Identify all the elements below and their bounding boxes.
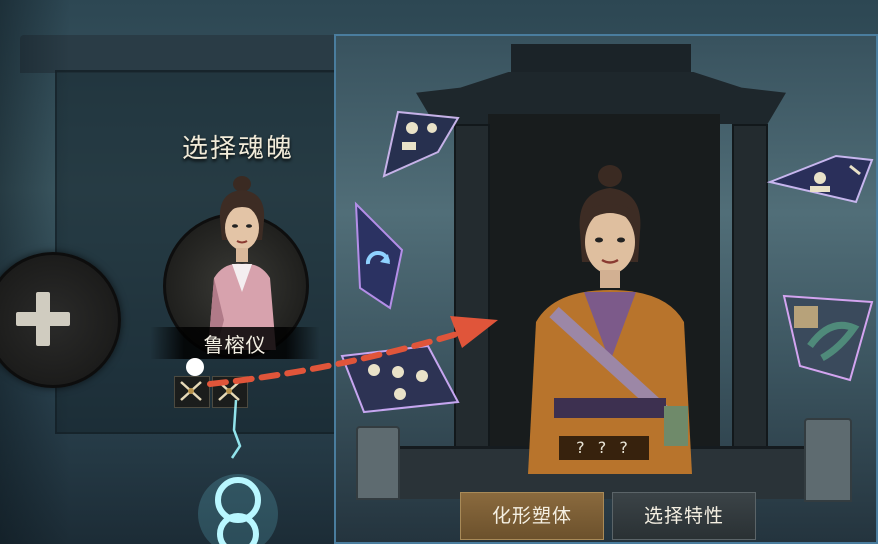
background-gate-roof xyxy=(20,35,360,73)
unknown-name-label: ? ? ? xyxy=(559,436,649,460)
shard-cloud-scroll-icon[interactable] xyxy=(378,106,460,178)
shard-serpent-icon[interactable] xyxy=(780,288,876,384)
select-trait-button[interactable]: 选择特性 xyxy=(612,492,756,540)
character-preview xyxy=(528,165,692,474)
tombstone xyxy=(356,426,400,500)
character-avatar xyxy=(208,176,276,350)
soul-knot-glow-icon xyxy=(198,400,278,544)
shard-figures-icon[interactable] xyxy=(340,342,460,414)
game-scene: 选择魂魄 鲁榕仪 ? ? ? 化形塑体 选择特性 xyxy=(0,0,878,544)
tombstone xyxy=(804,418,852,502)
transform-button[interactable]: 化形塑体 xyxy=(460,492,604,540)
soul-preview-panel: ? ? ? 化形塑体 选择特性 xyxy=(334,34,878,544)
connector-node xyxy=(186,358,204,376)
shrine-pillar-right xyxy=(732,124,768,468)
page-title: 选择魂魄 xyxy=(181,134,294,164)
soul-name: 鲁榕仪 xyxy=(203,333,267,357)
shard-refresh-icon[interactable] xyxy=(350,200,408,312)
shard-fortune-icon[interactable] xyxy=(766,150,876,206)
plus-icon-vertical xyxy=(36,292,50,346)
